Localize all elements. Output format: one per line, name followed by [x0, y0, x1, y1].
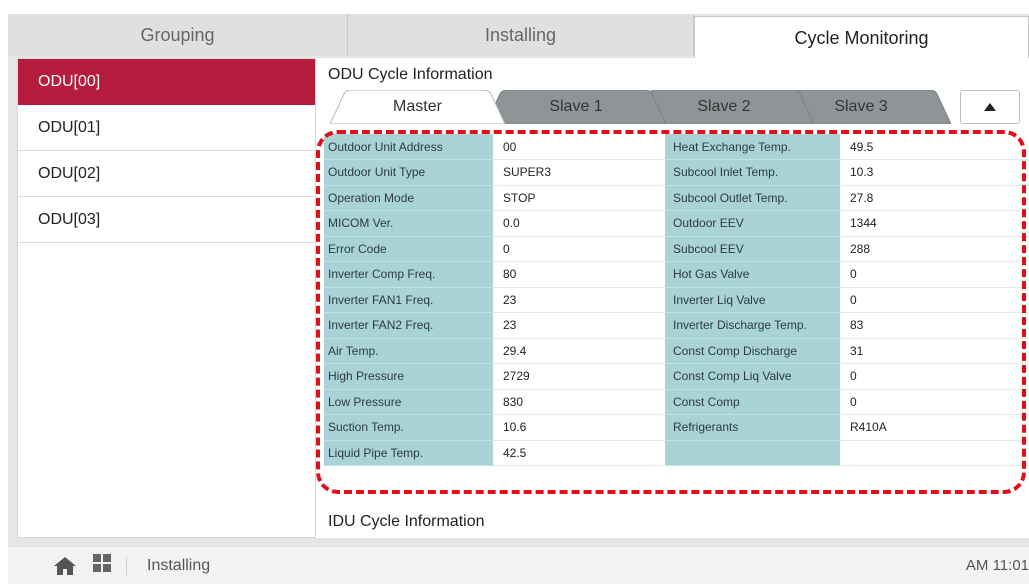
table-row: MICOM Ver. 0.0 Outdoor EEV 1344: [324, 210, 1029, 237]
row-label: High Pressure: [324, 363, 493, 390]
row-label: Hot Gas Valve: [665, 261, 840, 288]
row-value: 29.4: [493, 338, 665, 364]
row-value: [840, 440, 1029, 466]
row-label: Refrigerants: [665, 414, 840, 441]
row-label: Inverter Comp Freq.: [324, 261, 493, 288]
row-value: 27.8: [840, 185, 1029, 211]
tab-installing[interactable]: Installing: [348, 14, 694, 56]
table-row: Outdoor Unit Type SUPER3 Subcool Inlet Tem…: [324, 159, 1029, 186]
odu-data-table: Outdoor Unit Address 00 Heat Exchange Temp…: [324, 134, 1029, 466]
tab-cycle-monitoring[interactable]: Cycle Monitoring: [694, 16, 1029, 60]
odu-item-01[interactable]: ODU[01]: [18, 105, 315, 151]
row-value: 0: [840, 363, 1029, 390]
table-row: Liquid Pipe Temp. 42.5: [324, 440, 1029, 466]
tab-grouping[interactable]: Grouping: [8, 14, 348, 56]
row-label: Operation Mode: [324, 185, 493, 211]
table-row: Outdoor Unit Address 00 Heat Exchange Temp…: [324, 134, 1029, 160]
odu-cycle-panel: ODU Cycle Information Slave 3 Slave 2 Sl…: [316, 58, 1029, 538]
table-row: Air Temp. 29.4 Const Comp Discharge 31: [324, 338, 1029, 364]
row-label: Heat Exchange Temp.: [665, 134, 840, 160]
row-value: 830: [493, 389, 665, 415]
row-label: Error Code: [324, 236, 493, 262]
table-row: High Pressure 2729 Const Comp Liq Valve 0: [324, 363, 1029, 390]
row-value: R410A: [840, 414, 1029, 441]
odu-item-03[interactable]: ODU[03]: [18, 197, 315, 243]
row-label: Suction Temp.: [324, 414, 493, 441]
home-icon[interactable]: [54, 557, 76, 575]
table-row: Inverter Comp Freq. 80 Hot Gas Valve 0: [324, 261, 1029, 288]
row-value: 0: [840, 287, 1029, 313]
subtab-slave-1[interactable]: Slave 1: [486, 90, 666, 124]
row-label: Air Temp.: [324, 338, 493, 364]
row-value: 288: [840, 236, 1029, 262]
row-value: 10.6: [493, 414, 665, 441]
row-value: 10.3: [840, 159, 1029, 186]
row-label: Outdoor EEV: [665, 210, 840, 237]
triangle-up-icon: [984, 103, 996, 111]
row-label: Subcool EEV: [665, 236, 840, 262]
row-value: SUPER3: [493, 159, 665, 186]
row-value: STOP: [493, 185, 665, 211]
row-label: Subcool Outlet Temp.: [665, 185, 840, 211]
clock: AM 11:01: [965, 557, 1029, 574]
table-row: Suction Temp. 10.6 Refrigerants R410A: [324, 414, 1029, 441]
bottom-bar: Installing AM 11:01: [8, 546, 1029, 584]
row-value: 31: [840, 338, 1029, 364]
grid-icon[interactable]: [93, 554, 111, 572]
bottom-location-label: Installing: [147, 557, 211, 574]
subtab-master-label: Master: [393, 98, 442, 115]
odu-item-00[interactable]: ODU[00]: [18, 59, 315, 105]
table-row: Error Code 0 Subcool EEV 288: [324, 236, 1029, 262]
row-label: Const Comp Discharge: [665, 338, 840, 364]
row-label: Outdoor Unit Type: [324, 159, 493, 186]
odu-list: ODU[00] ODU[01] ODU[02] ODU[03]: [17, 58, 316, 538]
row-label: [665, 440, 840, 466]
top-tab-bar: Grouping Installing Cycle Monitoring: [8, 14, 1029, 60]
unit-subtabs: Slave 3 Slave 2 Slave 1 Master: [316, 86, 1029, 126]
row-value: 00: [493, 134, 665, 160]
row-label: MICOM Ver.: [324, 210, 493, 237]
bottom-separator: [126, 557, 127, 575]
odu-item-02[interactable]: ODU[02]: [18, 151, 315, 197]
row-value: 23: [493, 312, 665, 339]
row-value: 42.5: [493, 440, 665, 466]
row-label: Inverter FAN1 Freq.: [324, 287, 493, 313]
row-value: 83: [840, 312, 1029, 339]
row-label: Low Pressure: [324, 389, 493, 415]
row-value: 80: [493, 261, 665, 288]
row-value: 49.5: [840, 134, 1029, 160]
panel-title: ODU Cycle Information: [328, 66, 493, 83]
subtab-slave-2-label: Slave 2: [697, 98, 751, 115]
subtab-master[interactable]: Master: [330, 90, 505, 124]
idu-section-title: IDU Cycle Information: [328, 513, 485, 530]
row-label: Inverter Discharge Temp.: [665, 312, 840, 339]
scroll-up-button[interactable]: [960, 90, 1020, 124]
row-label: Const Comp: [665, 389, 840, 415]
subtab-slave-3-label: Slave 3: [834, 98, 888, 115]
table-row: Inverter FAN2 Freq. 23 Inverter Discharge …: [324, 312, 1029, 339]
row-label: Inverter Liq Valve: [665, 287, 840, 313]
row-label: Outdoor Unit Address: [324, 134, 493, 160]
row-value: 0: [493, 236, 665, 262]
table-row: Low Pressure 830 Const Comp 0: [324, 389, 1029, 415]
row-label: Inverter FAN2 Freq.: [324, 312, 493, 339]
row-value: 0: [840, 261, 1029, 288]
row-label: Liquid Pipe Temp.: [324, 440, 493, 466]
table-row: Inverter FAN1 Freq. 23 Inverter Liq Valve 0: [324, 287, 1029, 313]
subtab-slave-1-label: Slave 1: [549, 98, 603, 115]
row-label: Subcool Inlet Temp.: [665, 159, 840, 186]
row-label: Const Comp Liq Valve: [665, 363, 840, 390]
table-row: Operation Mode STOP Subcool Outlet Temp. 27…: [324, 185, 1029, 211]
row-value: 1344: [840, 210, 1029, 237]
row-value: 23: [493, 287, 665, 313]
row-value: 2729: [493, 363, 665, 390]
row-value: 0: [840, 389, 1029, 415]
row-value: 0.0: [493, 210, 665, 237]
